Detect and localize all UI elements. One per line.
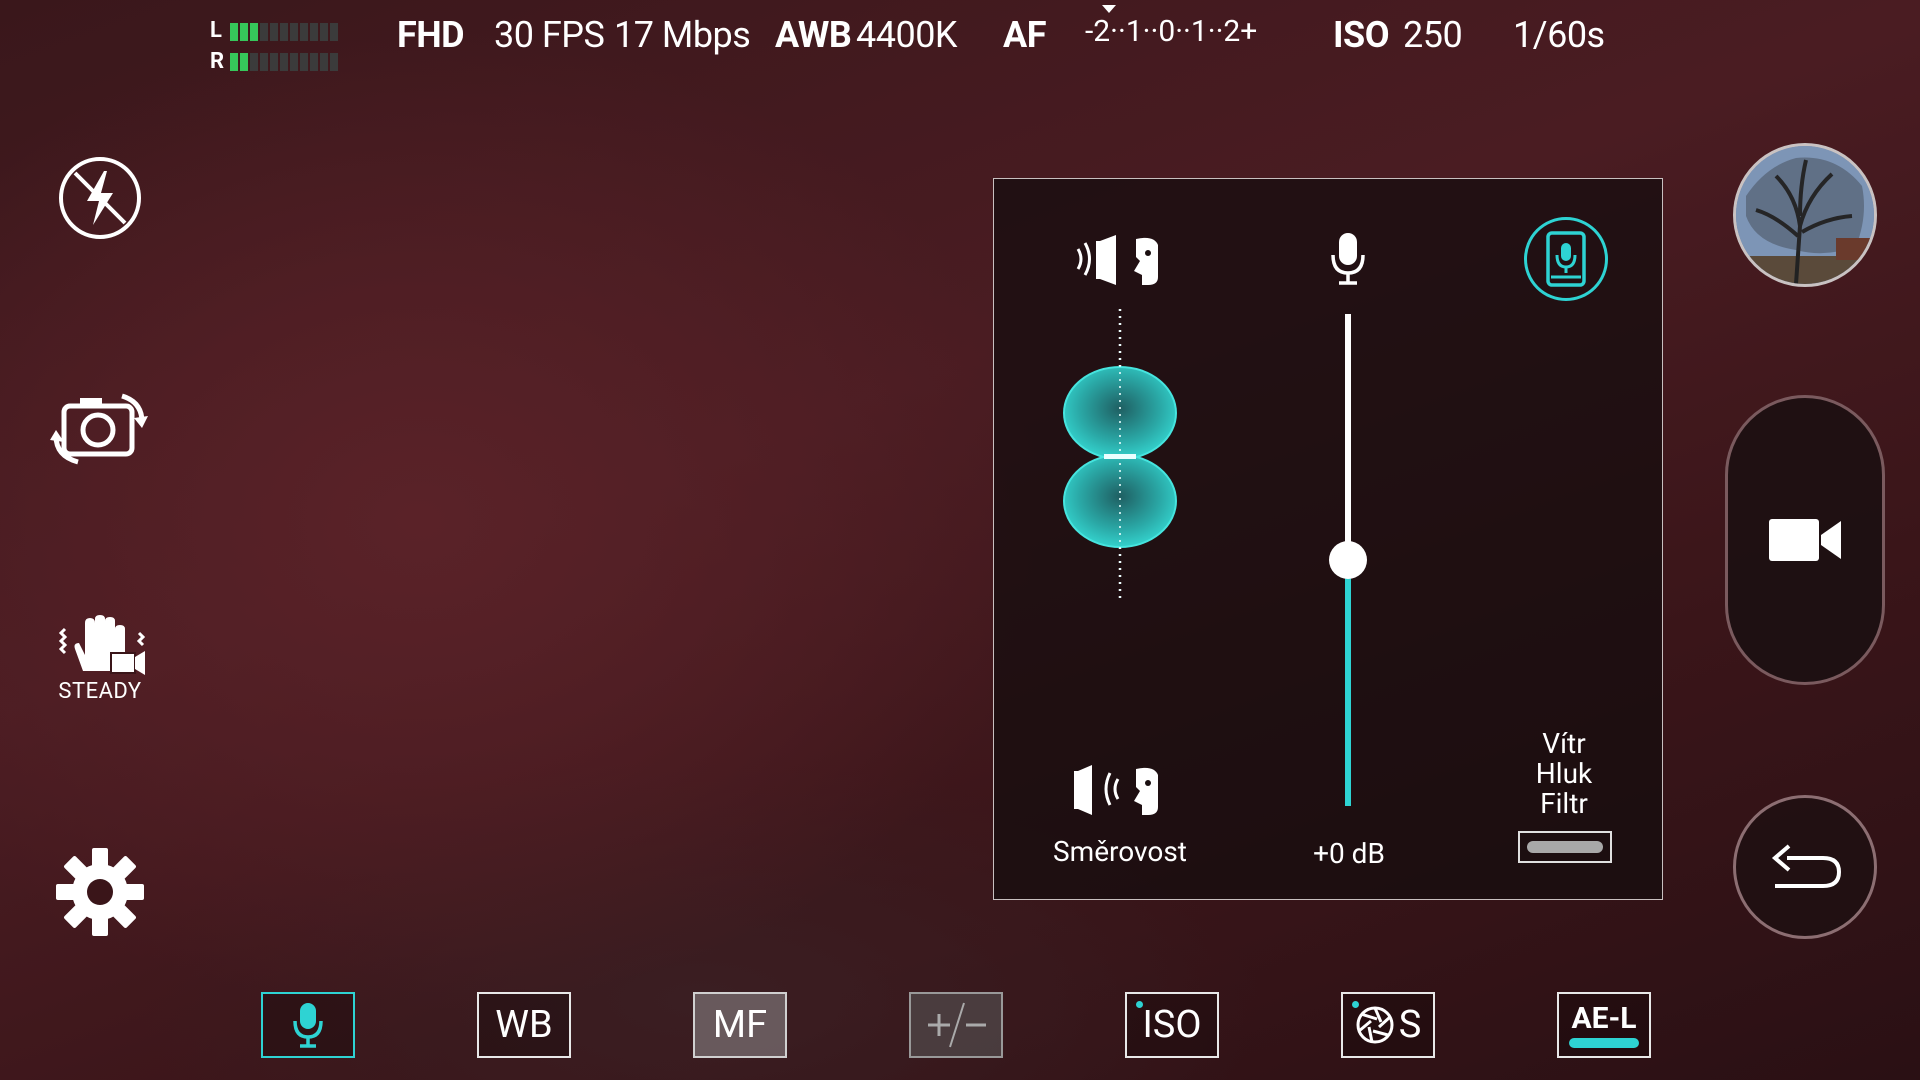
audio-settings-tab[interactable] <box>261 992 355 1058</box>
meter-segment <box>310 53 318 71</box>
ev-marker-icon <box>1102 5 1116 13</box>
manual-focus-tab[interactable]: MF <box>693 992 787 1058</box>
meter-segment <box>260 53 268 71</box>
flash-off-icon <box>59 157 141 239</box>
gain-slider[interactable] <box>1318 314 1378 814</box>
steady-button[interactable]: STEADY <box>50 615 150 704</box>
fps-label: 30 FPS <box>494 14 605 56</box>
meter-segment <box>290 53 298 71</box>
meter-segment <box>240 23 248 41</box>
microphone-icon <box>293 1003 323 1048</box>
resolution-label: FHD <box>397 14 465 56</box>
iso-value: 250 <box>1403 14 1463 56</box>
meter-segment <box>250 53 258 71</box>
ae-lock-tab[interactable]: AE-L <box>1557 992 1651 1058</box>
directionality-slider[interactable] <box>1050 309 1190 609</box>
meter-segment <box>250 23 258 41</box>
meter-segment <box>280 53 288 71</box>
aperture-icon <box>1356 1006 1394 1044</box>
awb-value: 4400K <box>856 14 958 56</box>
directional-rear-icon <box>1074 765 1158 815</box>
directional-front-icon <box>1076 235 1158 285</box>
gain-slider-knob[interactable] <box>1329 541 1367 579</box>
steady-label: STEADY <box>58 679 142 704</box>
gain-label: +0 dB <box>1313 837 1385 870</box>
meter-segment <box>260 23 268 41</box>
shutter-speed-tab[interactable]: S <box>1341 992 1435 1058</box>
meter-segment <box>300 53 308 71</box>
wind-filter-toggle[interactable] <box>1518 831 1612 863</box>
meter-segment <box>310 23 318 41</box>
audio-meter-right-label: R <box>210 49 225 74</box>
ev-scale: -2··1··0··1··2+ <box>1085 14 1258 49</box>
white-balance-tab[interactable]: WB <box>477 992 571 1058</box>
iso-label: ISO <box>1333 14 1390 56</box>
camera-switch-icon <box>50 393 148 465</box>
wind-filter-label-line1: Vítr <box>1542 727 1586 760</box>
wind-filter-label: Vítr Hluk Filtr <box>1494 729 1634 819</box>
status-bar: L R FHD 30 FPS 17 Mbps AWB 4400K AF -2··… <box>0 0 1920 74</box>
tree-photo-thumbnail <box>1736 146 1874 284</box>
meter-segment <box>230 23 238 41</box>
audio-meter-left-label: L <box>210 18 222 43</box>
meter-segment <box>230 53 238 71</box>
directionality-label: Směrovost <box>1053 835 1187 868</box>
manual-focus-label: MF <box>712 1003 768 1047</box>
bitrate-label: 17 Mbps <box>614 14 751 56</box>
shutter-speed: 1/60s <box>1513 14 1605 56</box>
gear-icon <box>56 848 144 936</box>
shutter-tab-label: S <box>1398 1003 1422 1047</box>
white-balance-label: WB <box>495 1003 553 1047</box>
meter-segment <box>240 53 248 71</box>
iso-tab-label: ISO <box>1142 1003 1202 1047</box>
focus-mode-label: AF <box>1003 14 1046 56</box>
meter-segment <box>290 23 298 41</box>
meter-segment <box>330 23 338 41</box>
wind-filter-toggle-bar <box>1527 841 1603 853</box>
wind-filter-label-line3: Filtr <box>1540 787 1588 820</box>
audio-meter-left <box>230 23 338 41</box>
audio-settings-panel: Směrovost +0 dB Vítr Hluk Filtr <box>993 178 1663 900</box>
ae-lock-indicator <box>1569 1038 1639 1048</box>
meter-segment <box>320 23 328 41</box>
microphone-icon <box>1331 233 1365 285</box>
flash-button[interactable] <box>50 155 150 241</box>
switch-camera-button[interactable] <box>50 388 150 468</box>
plus-minus-icon <box>928 1002 986 1048</box>
ae-lock-label: AE-L <box>1571 1000 1637 1036</box>
awb-label: AWB <box>775 14 852 56</box>
record-button[interactable] <box>1725 395 1885 685</box>
meter-segment <box>320 53 328 71</box>
meter-segment <box>300 23 308 41</box>
meter-segment <box>280 23 288 41</box>
video-camera-icon <box>1769 519 1841 561</box>
iso-tab[interactable]: ISO <box>1125 992 1219 1058</box>
shutter-auto-indicator <box>1352 1001 1359 1008</box>
back-button[interactable] <box>1733 795 1877 939</box>
gallery-thumbnail[interactable] <box>1733 143 1877 287</box>
meter-segment <box>270 23 278 41</box>
iso-auto-indicator <box>1136 1001 1143 1008</box>
exposure-compensation-tab[interactable] <box>909 992 1003 1058</box>
phone-mic-icon <box>1546 231 1586 287</box>
meter-segment <box>270 53 278 71</box>
meter-segment <box>330 53 338 71</box>
wind-filter-label-line2: Hluk <box>1535 757 1593 790</box>
back-arrow-icon <box>1771 844 1842 888</box>
audio-meter-right <box>230 53 338 71</box>
settings-button[interactable] <box>50 848 150 936</box>
mic-mode-button[interactable] <box>1524 217 1608 301</box>
steady-hand-icon <box>58 615 145 675</box>
